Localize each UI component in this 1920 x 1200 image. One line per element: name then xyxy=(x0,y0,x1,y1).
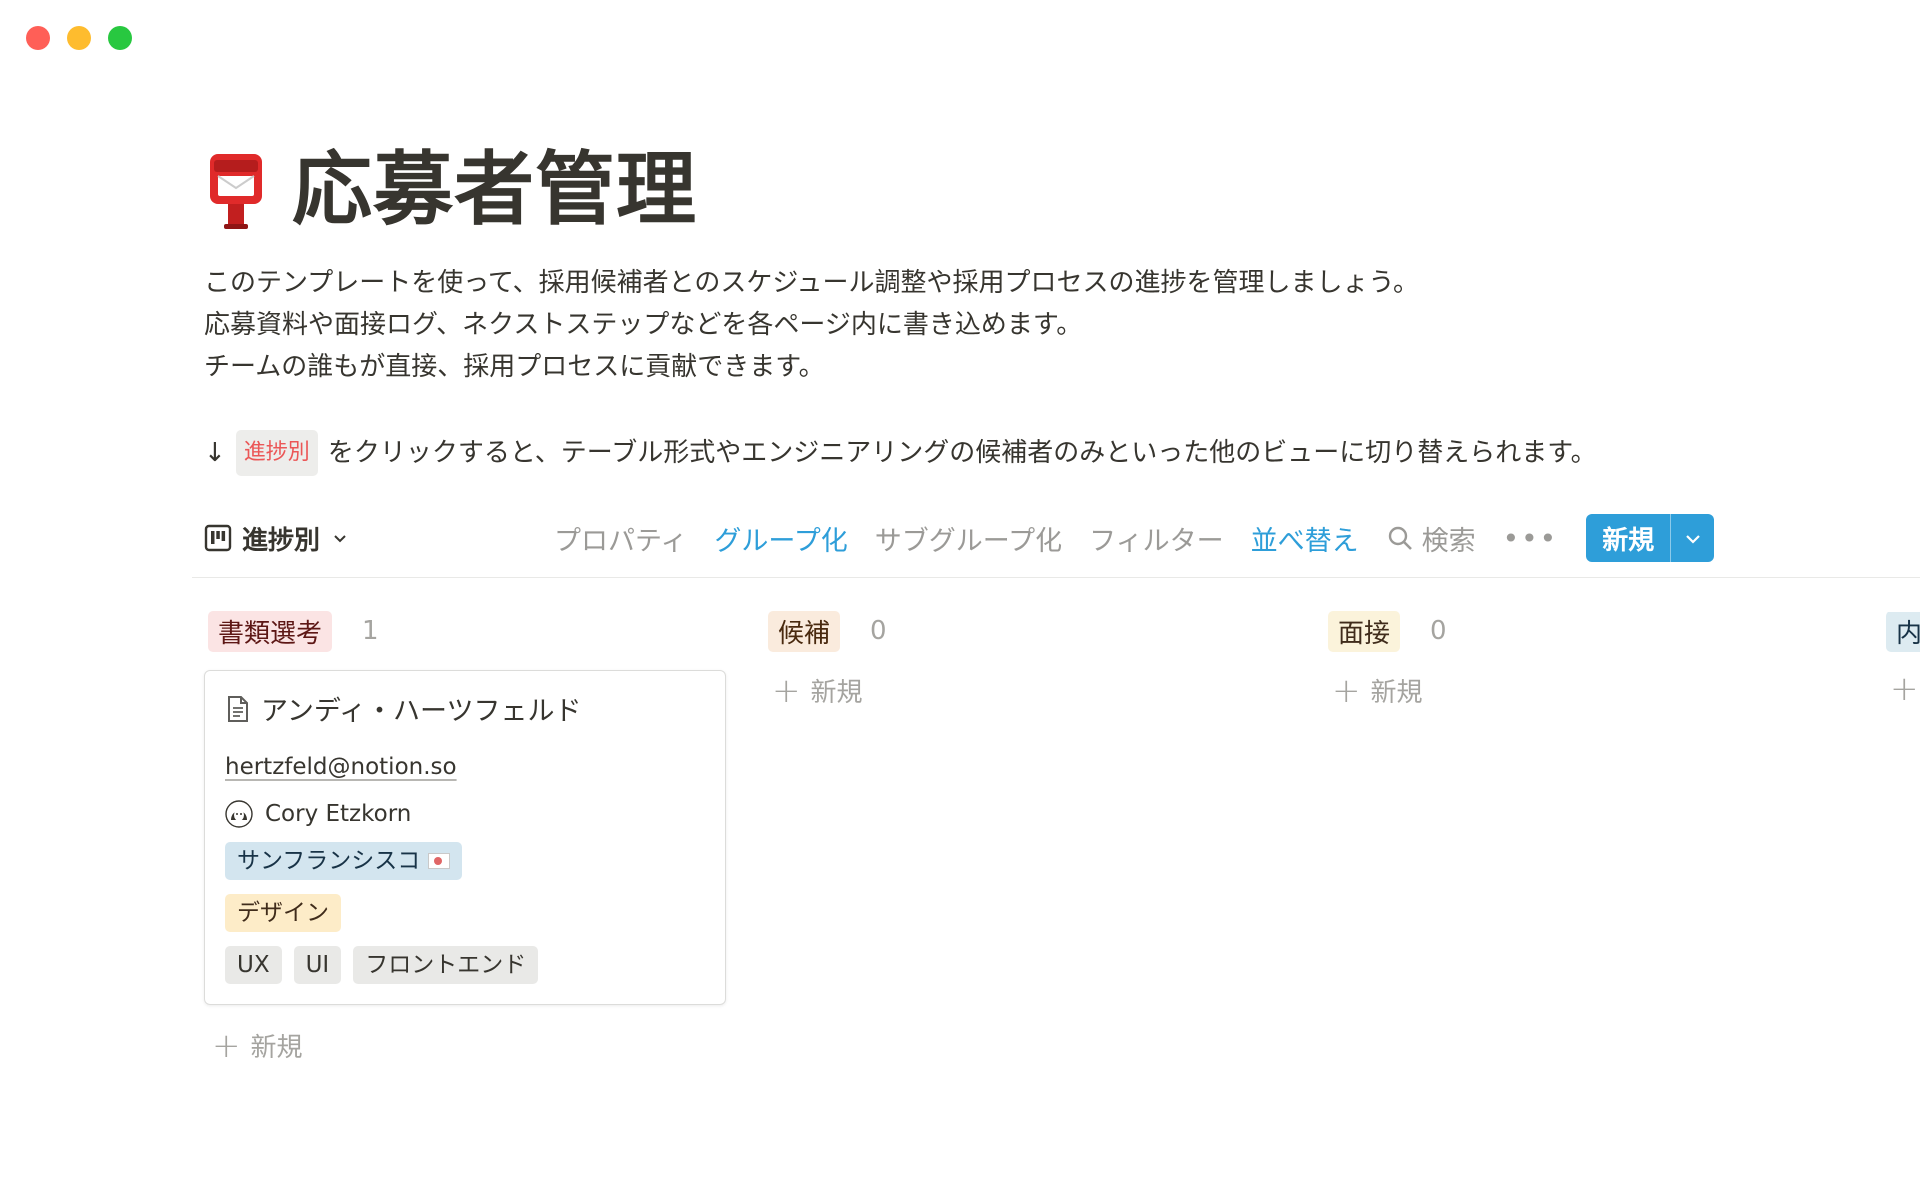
candidate-email[interactable]: hertzfeld@notion.so xyxy=(225,754,705,780)
interviewer: Cory Etzkorn xyxy=(225,800,705,828)
skill-tag: フロントエンド xyxy=(353,946,539,984)
group-label: 内 xyxy=(1886,612,1920,652)
group-count: 0 xyxy=(1430,616,1447,646)
page-content: 応募者管理 このテンプレートを使って、採用候補者とのスケジュール調整や採用プロセ… xyxy=(204,140,1920,476)
filter-button[interactable]: フィルター xyxy=(1089,519,1223,558)
avatar xyxy=(225,800,253,828)
new-button[interactable]: 新規 xyxy=(1586,514,1670,562)
search-button[interactable]: 検索 xyxy=(1386,519,1476,558)
board-column-offer: 内 + xyxy=(1886,612,1920,706)
more-options-icon[interactable]: ••• xyxy=(1503,522,1559,555)
group-label: 書類選考 xyxy=(208,610,333,652)
window-controls xyxy=(26,26,132,50)
description-line: チームの誰もが直接、採用プロセスに貢献できます。 xyxy=(204,352,825,382)
title-row: 応募者管理 xyxy=(204,140,1920,240)
skills-row: UX UI フロントエンド xyxy=(225,946,705,984)
add-card-button[interactable]: + 新規 xyxy=(764,672,1294,709)
plus-icon: + xyxy=(212,1025,241,1066)
kanban-board: 書類選考 1 アンディ・ハーツフェルド hertzfeld@notion.so xyxy=(204,610,1920,1112)
description-line: 応募資料や面接ログ、ネクストステップなどを各ページ内に書き込めます。 xyxy=(204,310,1083,340)
candidate-card[interactable]: アンディ・ハーツフェルド hertzfeld@notion.so Cory Et… xyxy=(204,670,726,1005)
chevron-down-icon xyxy=(334,535,346,543)
add-card-button[interactable]: + 新規 xyxy=(204,1027,734,1064)
add-card-button[interactable]: + xyxy=(1886,672,1920,706)
properties-button[interactable]: プロパティ xyxy=(554,519,687,558)
group-label: 面接 xyxy=(1328,610,1401,652)
plus-icon: + xyxy=(772,670,801,711)
close-window-button[interactable] xyxy=(26,26,50,50)
description-line: このテンプレートを使って、採用候補者とのスケジュール調整や採用プロセスの進捗を管… xyxy=(204,268,1419,298)
column-header[interactable]: 書類選考 1 xyxy=(204,610,734,652)
group-count: 0 xyxy=(870,616,887,646)
page-document-icon xyxy=(228,695,248,722)
skill-tag: UX xyxy=(225,946,282,984)
add-card-label: 新規 xyxy=(250,1033,303,1063)
board-column-interview: 面接 0 + 新規 xyxy=(1324,610,1854,709)
new-record-button: 新規 xyxy=(1586,514,1715,562)
postbox-icon[interactable] xyxy=(204,150,268,230)
arrow-down-icon: ↓ xyxy=(204,438,226,468)
app-window: 応募者管理 このテンプレートを使って、採用候補者とのスケジュール調整や採用プロセ… xyxy=(0,0,1920,1200)
search-label: 検索 xyxy=(1421,525,1476,557)
view-tab-label: 進捗別 xyxy=(242,525,321,556)
group-count: 1 xyxy=(362,616,379,646)
team-row: デザイン xyxy=(225,894,705,932)
plus-icon: + xyxy=(1890,669,1919,706)
maximize-window-button[interactable] xyxy=(108,26,132,50)
page-description: このテンプレートを使って、採用候補者とのスケジュール調整や採用プロセスの進捗を管… xyxy=(204,262,1920,388)
location-row: サンフランシスコ xyxy=(225,842,705,880)
location-tag: サンフランシスコ xyxy=(225,842,463,880)
board-view-icon xyxy=(204,524,232,552)
group-label: 候補 xyxy=(768,610,841,652)
card-title: アンディ・ハーツフェルド xyxy=(225,689,705,728)
location-label: サンフランシスコ xyxy=(237,848,421,874)
japan-flag-icon xyxy=(428,853,451,869)
plus-icon: + xyxy=(1332,670,1361,711)
sort-button[interactable]: 並べ替え xyxy=(1251,519,1359,558)
view-hint: ↓ 進捗別 をクリックすると、テーブル形式やエンジニアリングの候補者のみといった… xyxy=(204,430,1920,476)
view-tab-progress[interactable]: 進捗別 xyxy=(204,520,348,557)
board-column-screening: 書類選考 1 アンディ・ハーツフェルド hertzfeld@notion.so xyxy=(204,610,734,1064)
minimize-window-button[interactable] xyxy=(67,26,91,50)
column-header[interactable]: 内 xyxy=(1886,612,1920,652)
add-card-label: 新規 xyxy=(810,678,863,708)
interviewer-name: Cory Etzkorn xyxy=(265,801,412,827)
database-toolbar: 進捗別 プロパティ グループ化 サブグループ化 フィルター 並べ替え 検索 ••… xyxy=(204,510,1728,566)
subgroup-button[interactable]: サブグループ化 xyxy=(875,519,1062,558)
hint-text: をクリックすると、テーブル形式やエンジニアリングの候補者のみといった他のビューに… xyxy=(327,438,1597,468)
board-column-candidate: 候補 0 + 新規 xyxy=(764,610,1294,709)
team-tag: デザイン xyxy=(225,894,341,932)
skill-tag: UI xyxy=(293,946,342,984)
group-button[interactable]: グループ化 xyxy=(714,519,847,558)
candidate-name: アンディ・ハーツフェルド xyxy=(261,696,582,727)
new-dropdown-button[interactable] xyxy=(1670,514,1714,562)
add-card-label: 新規 xyxy=(1370,678,1423,708)
search-icon xyxy=(1388,526,1412,550)
chevron-down-icon xyxy=(1685,535,1700,544)
column-header[interactable]: 面接 0 xyxy=(1324,610,1854,652)
view-mention-chip[interactable]: 進捗別 xyxy=(235,430,318,476)
column-header[interactable]: 候補 0 xyxy=(764,610,1294,652)
add-card-button[interactable]: + 新規 xyxy=(1324,672,1854,709)
page-title[interactable]: 応募者管理 xyxy=(292,150,697,230)
toolbar-divider xyxy=(192,577,1920,578)
toolbar-actions: プロパティ グループ化 サブグループ化 フィルター 並べ替え 検索 ••• 新規 xyxy=(554,510,1715,566)
